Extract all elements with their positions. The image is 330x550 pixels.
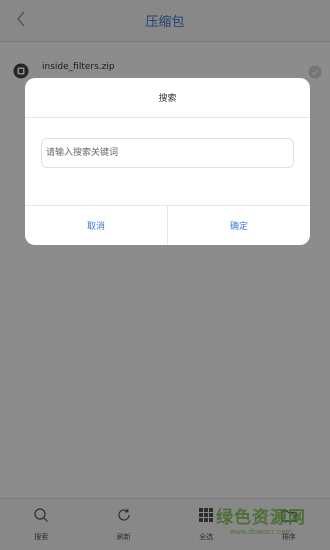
search-dialog: 搜索 取消 确定	[25, 78, 310, 245]
dialog-actions: 取消 确定	[25, 205, 310, 245]
cancel-button[interactable]: 取消	[25, 206, 167, 245]
confirm-button[interactable]: 确定	[167, 206, 310, 245]
search-field	[41, 138, 294, 168]
search-input[interactable]	[42, 139, 293, 167]
dialog-title: 搜索	[25, 78, 310, 118]
